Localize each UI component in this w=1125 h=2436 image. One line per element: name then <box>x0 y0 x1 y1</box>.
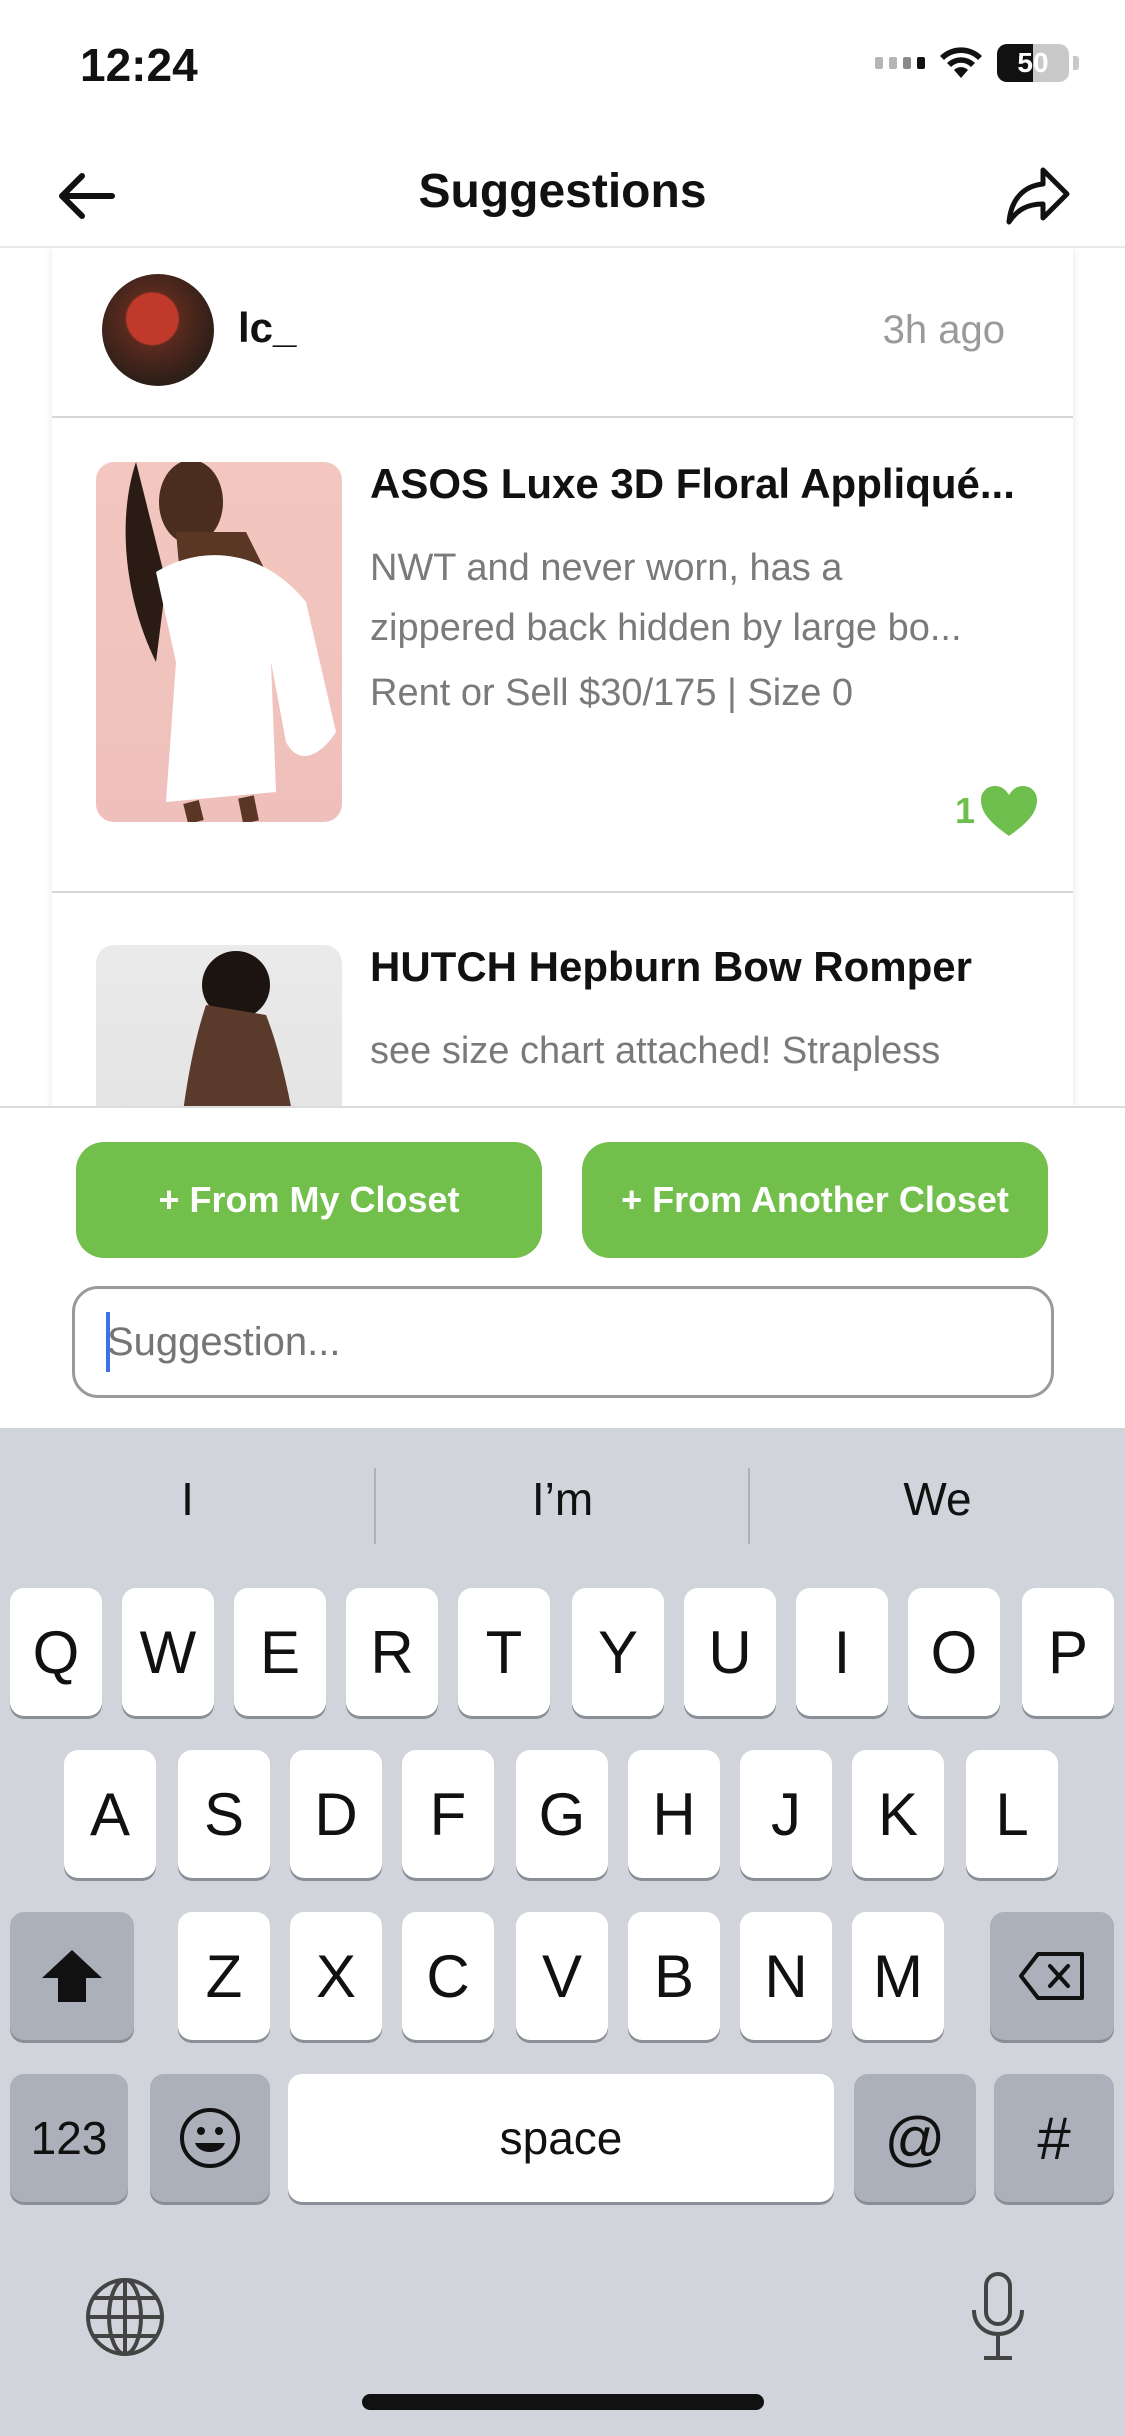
key-t[interactable]: T <box>458 1588 550 1716</box>
key-n[interactable]: N <box>740 1912 832 2040</box>
username[interactable]: lc_ <box>238 304 296 352</box>
suggestions-feed[interactable]: lc_ 3h ago ASOS Luxe 3D Floral Appliqué.… <box>0 248 1125 1108</box>
predictive-suggestion[interactable]: I’m <box>375 1472 750 1526</box>
key-l[interactable]: L <box>966 1750 1058 1878</box>
nav-header: Suggestions <box>0 140 1125 248</box>
battery-icon: 50 <box>997 44 1069 82</box>
key-p[interactable]: P <box>1022 1588 1114 1716</box>
wifi-icon <box>940 47 982 78</box>
key-g[interactable]: G <box>516 1750 608 1878</box>
item-description-line: see size chart attached! Strapless <box>370 1030 941 1072</box>
product-image[interactable] <box>96 462 342 822</box>
at-key[interactable]: @ <box>854 2074 976 2202</box>
globe-icon[interactable] <box>84 2276 166 2358</box>
keyboard: I I’m We Q W E R T Y U I O P A S D F G H… <box>0 1428 1125 2436</box>
status-time: 12:24 <box>80 39 198 91</box>
emoji-icon <box>180 2108 240 2168</box>
key-m[interactable]: M <box>852 1912 944 2040</box>
post-card: lc_ 3h ago ASOS Luxe 3D Floral Appliqué.… <box>52 248 1073 1108</box>
key-j[interactable]: J <box>740 1750 832 1878</box>
like-count: 1 <box>954 790 975 831</box>
key-q[interactable]: Q <box>10 1588 102 1716</box>
key-o[interactable]: O <box>908 1588 1000 1716</box>
key-z[interactable]: Z <box>178 1912 270 2040</box>
key-i[interactable]: I <box>796 1588 888 1716</box>
from-another-closet-button[interactable]: + From Another Closet <box>582 1142 1048 1258</box>
shift-key[interactable] <box>10 1912 134 2040</box>
space-key[interactable]: space <box>288 2074 834 2202</box>
predictive-text-bar: I I’m We <box>0 1428 1125 1578</box>
key-d[interactable]: D <box>290 1750 382 1878</box>
timestamp: 3h ago <box>882 308 1005 352</box>
key-c[interactable]: C <box>402 1912 494 2040</box>
item-description-line: NWT and never worn, has a <box>370 547 843 589</box>
cellular-signal-icon <box>875 57 925 69</box>
key-a[interactable]: A <box>64 1750 156 1878</box>
emoji-key[interactable] <box>150 2074 270 2202</box>
like-button[interactable]: 1 <box>955 784 1039 838</box>
key-e[interactable]: E <box>234 1588 326 1716</box>
avatar[interactable] <box>102 274 214 386</box>
list-item[interactable]: ASOS Luxe 3D Floral Appliqué... NWT and … <box>52 418 1073 893</box>
suggestion-actions: + From My Closet + From Another Closet <box>0 1106 1125 1428</box>
backspace-icon <box>1019 1952 1084 2000</box>
key-u[interactable]: U <box>684 1588 776 1716</box>
item-title: ASOS Luxe 3D Floral Appliqué... <box>370 460 1015 507</box>
page-title: Suggestions <box>418 165 707 218</box>
numbers-key[interactable]: 123 <box>10 2074 128 2202</box>
list-item[interactable]: HUTCH Hepburn Bow Romper see size chart … <box>52 893 1073 1108</box>
hash-key[interactable]: # <box>994 2074 1114 2202</box>
item-description: NWT and never worn, has a zippered back … <box>370 538 1038 658</box>
share-icon[interactable] <box>1003 164 1073 228</box>
suggestion-input[interactable] <box>72 1286 1054 1398</box>
key-w[interactable]: W <box>122 1588 214 1716</box>
key-h[interactable]: H <box>628 1750 720 1878</box>
backspace-key[interactable] <box>990 1912 1114 2040</box>
key-v[interactable]: V <box>516 1912 608 2040</box>
status-bar: 12:24 50 <box>0 0 1125 140</box>
from-my-closet-button[interactable]: + From My Closet <box>76 1142 542 1258</box>
item-description: see size chart attached! Strapless <box>370 1021 1038 1081</box>
item-title: HUTCH Hepburn Bow Romper <box>370 943 972 990</box>
battery-level: 50 <box>1017 47 1049 78</box>
text-cursor <box>106 1312 110 1372</box>
heart-icon[interactable] <box>979 784 1039 838</box>
key-s[interactable]: S <box>178 1750 270 1878</box>
key-b[interactable]: B <box>628 1912 720 2040</box>
product-image[interactable] <box>96 945 342 1108</box>
post-header: lc_ 3h ago <box>52 248 1073 418</box>
microphone-icon[interactable] <box>966 2270 1030 2362</box>
item-description-line: zippered back hidden by large bo... <box>370 607 962 649</box>
shift-arrow-icon <box>42 1950 102 2002</box>
home-indicator <box>362 2394 764 2410</box>
key-f[interactable]: F <box>402 1750 494 1878</box>
key-k[interactable]: K <box>852 1750 944 1878</box>
status-indicators: 50 <box>875 44 1079 82</box>
key-x[interactable]: X <box>290 1912 382 2040</box>
predictive-suggestion[interactable]: I <box>0 1472 375 1526</box>
item-price: Rent or Sell $30/175 | Size 0 <box>370 672 854 714</box>
key-y[interactable]: Y <box>572 1588 664 1716</box>
predictive-suggestion[interactable]: We <box>750 1472 1125 1526</box>
key-r[interactable]: R <box>346 1588 438 1716</box>
